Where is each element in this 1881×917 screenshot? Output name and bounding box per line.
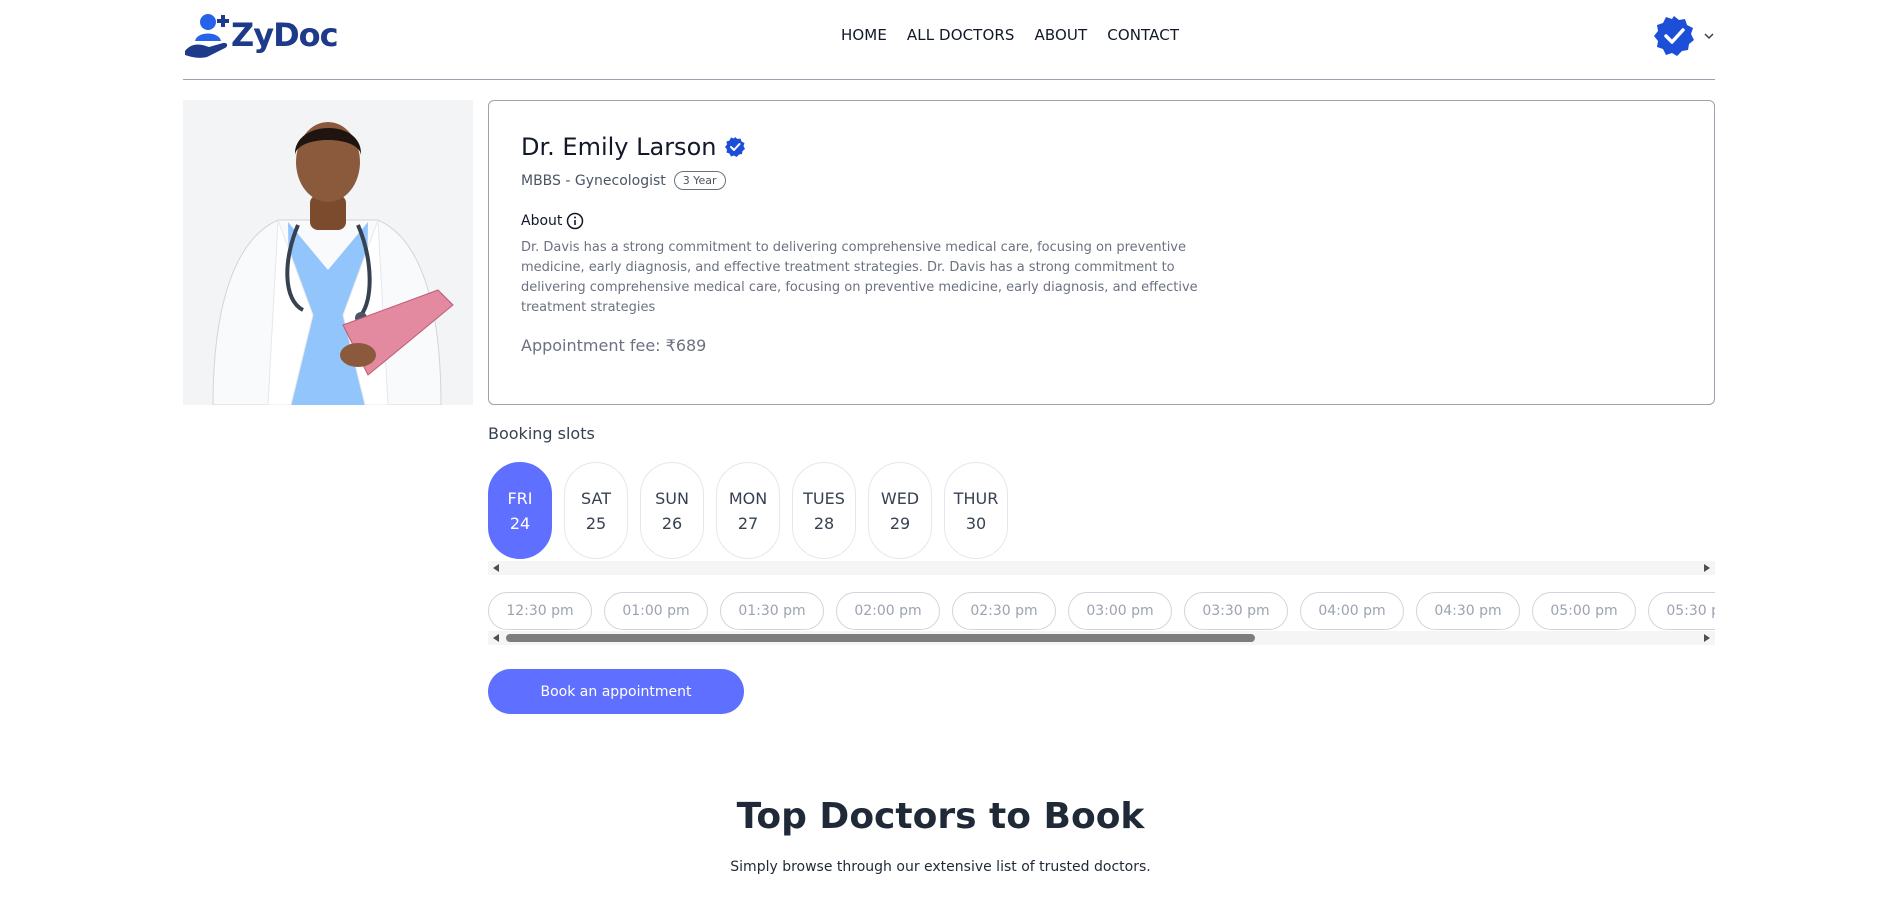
fee-label: Appointment fee: xyxy=(521,336,666,355)
doctor-image xyxy=(183,100,473,405)
degree-row: MBBS - Gynecologist 3 Year xyxy=(521,171,1682,190)
time-slot[interactable]: 05:30 pm xyxy=(1648,592,1715,630)
scroll-right-icon[interactable] xyxy=(1704,634,1710,642)
nav-home[interactable]: HOME xyxy=(841,26,887,44)
scrollbar-thumb[interactable] xyxy=(506,634,1255,642)
top-doctors-subtitle: Simply browse through our extensive list… xyxy=(730,859,1151,875)
logo-text: ZyDoc xyxy=(231,16,339,54)
booking-slots-title: Booking slots xyxy=(488,424,595,443)
day-date: 28 xyxy=(813,513,835,533)
time-slot[interactable]: 03:00 pm xyxy=(1068,592,1172,630)
day-name: THUR xyxy=(953,488,999,508)
day-slot-mon[interactable]: MON 27 xyxy=(716,462,780,559)
appointment-fee: Appointment fee: ₹689 xyxy=(521,336,1682,355)
slots-scrollbar[interactable] xyxy=(488,631,1715,645)
logo-icon xyxy=(185,14,229,58)
main-nav: HOME ALL DOCTORS ABOUT CONTACT xyxy=(841,26,1199,44)
profile-menu[interactable] xyxy=(1653,15,1715,57)
time-slot[interactable]: 02:30 pm xyxy=(952,592,1056,630)
day-date: 24 xyxy=(509,513,531,533)
day-slot-fri[interactable]: FRI 24 xyxy=(488,462,552,559)
time-slot[interactable]: 01:30 pm xyxy=(720,592,824,630)
doctor-name-row: Dr. Emily Larson xyxy=(521,133,1682,161)
day-name: FRI xyxy=(507,488,533,508)
about-heading: About xyxy=(521,212,1682,230)
doctor-name: Dr. Emily Larson xyxy=(521,133,717,161)
doctor-photo xyxy=(183,100,473,405)
day-slot-thur[interactable]: THUR 30 xyxy=(944,462,1008,559)
day-date: 29 xyxy=(889,513,911,533)
fee-value: ₹689 xyxy=(665,336,707,355)
day-slot-tues[interactable]: TUES 28 xyxy=(792,462,856,559)
day-name: TUES xyxy=(803,488,845,508)
site-header: ZyDoc HOME ALL DOCTORS ABOUT CONTACT xyxy=(183,0,1715,80)
day-date: 30 xyxy=(965,513,987,533)
info-icon xyxy=(567,212,584,230)
scroll-left-icon[interactable] xyxy=(493,634,499,642)
day-name: SUN xyxy=(655,488,689,508)
top-doctors-title: Top Doctors to Book xyxy=(736,796,1145,837)
profile-avatar-icon xyxy=(1654,16,1694,56)
nav-all-doctors[interactable]: ALL DOCTORS xyxy=(907,26,1015,44)
time-slot[interactable]: 05:00 pm xyxy=(1532,592,1636,630)
about-label: About xyxy=(521,213,563,229)
doctor-degree: MBBS - Gynecologist xyxy=(521,172,666,189)
logo[interactable]: ZyDoc xyxy=(183,10,339,60)
book-appointment-button[interactable]: Book an appointment xyxy=(488,669,744,714)
time-slots: 12:30 pm 01:00 pm 01:30 pm 02:00 pm 02:3… xyxy=(488,592,1715,630)
time-slot[interactable]: 04:00 pm xyxy=(1300,592,1404,630)
day-name: WED xyxy=(880,488,920,508)
day-slot-wed[interactable]: WED 29 xyxy=(868,462,932,559)
time-slot[interactable]: 03:30 pm xyxy=(1184,592,1288,630)
about-text: Dr. Davis has a strong commitment to del… xyxy=(521,240,1198,315)
day-slot-sun[interactable]: SUN 26 xyxy=(640,462,704,559)
day-selector: FRI 24 SAT 25 SUN 26 MON 27 TUES 28 WED … xyxy=(488,462,1008,559)
time-slot[interactable]: 04:30 pm xyxy=(1416,592,1520,630)
day-name: MON xyxy=(728,488,768,508)
scroll-left-icon[interactable] xyxy=(493,564,499,572)
day-name: SAT xyxy=(581,488,611,508)
verified-icon xyxy=(725,137,746,157)
day-slot-sat[interactable]: SAT 25 xyxy=(564,462,628,559)
time-slot[interactable]: 01:00 pm xyxy=(604,592,708,630)
day-date: 25 xyxy=(585,513,607,533)
time-slot[interactable]: 12:30 pm xyxy=(488,592,592,630)
chevron-down-icon xyxy=(1704,33,1714,40)
nav-about[interactable]: ABOUT xyxy=(1035,26,1088,44)
nav-contact[interactable]: CONTACT xyxy=(1107,26,1179,44)
days-scrollbar[interactable] xyxy=(488,561,1715,575)
day-date: 26 xyxy=(661,513,683,533)
time-slot[interactable]: 02:00 pm xyxy=(836,592,940,630)
doctor-info-card: Dr. Emily Larson MBBS - Gynecologist 3 Y… xyxy=(488,100,1715,405)
day-date: 27 xyxy=(737,513,759,533)
experience-badge: 3 Year xyxy=(673,171,726,190)
time-slots-scroller: 12:30 pm 01:00 pm 01:30 pm 02:00 pm 02:3… xyxy=(488,592,1715,632)
scroll-right-icon[interactable] xyxy=(1704,564,1710,572)
